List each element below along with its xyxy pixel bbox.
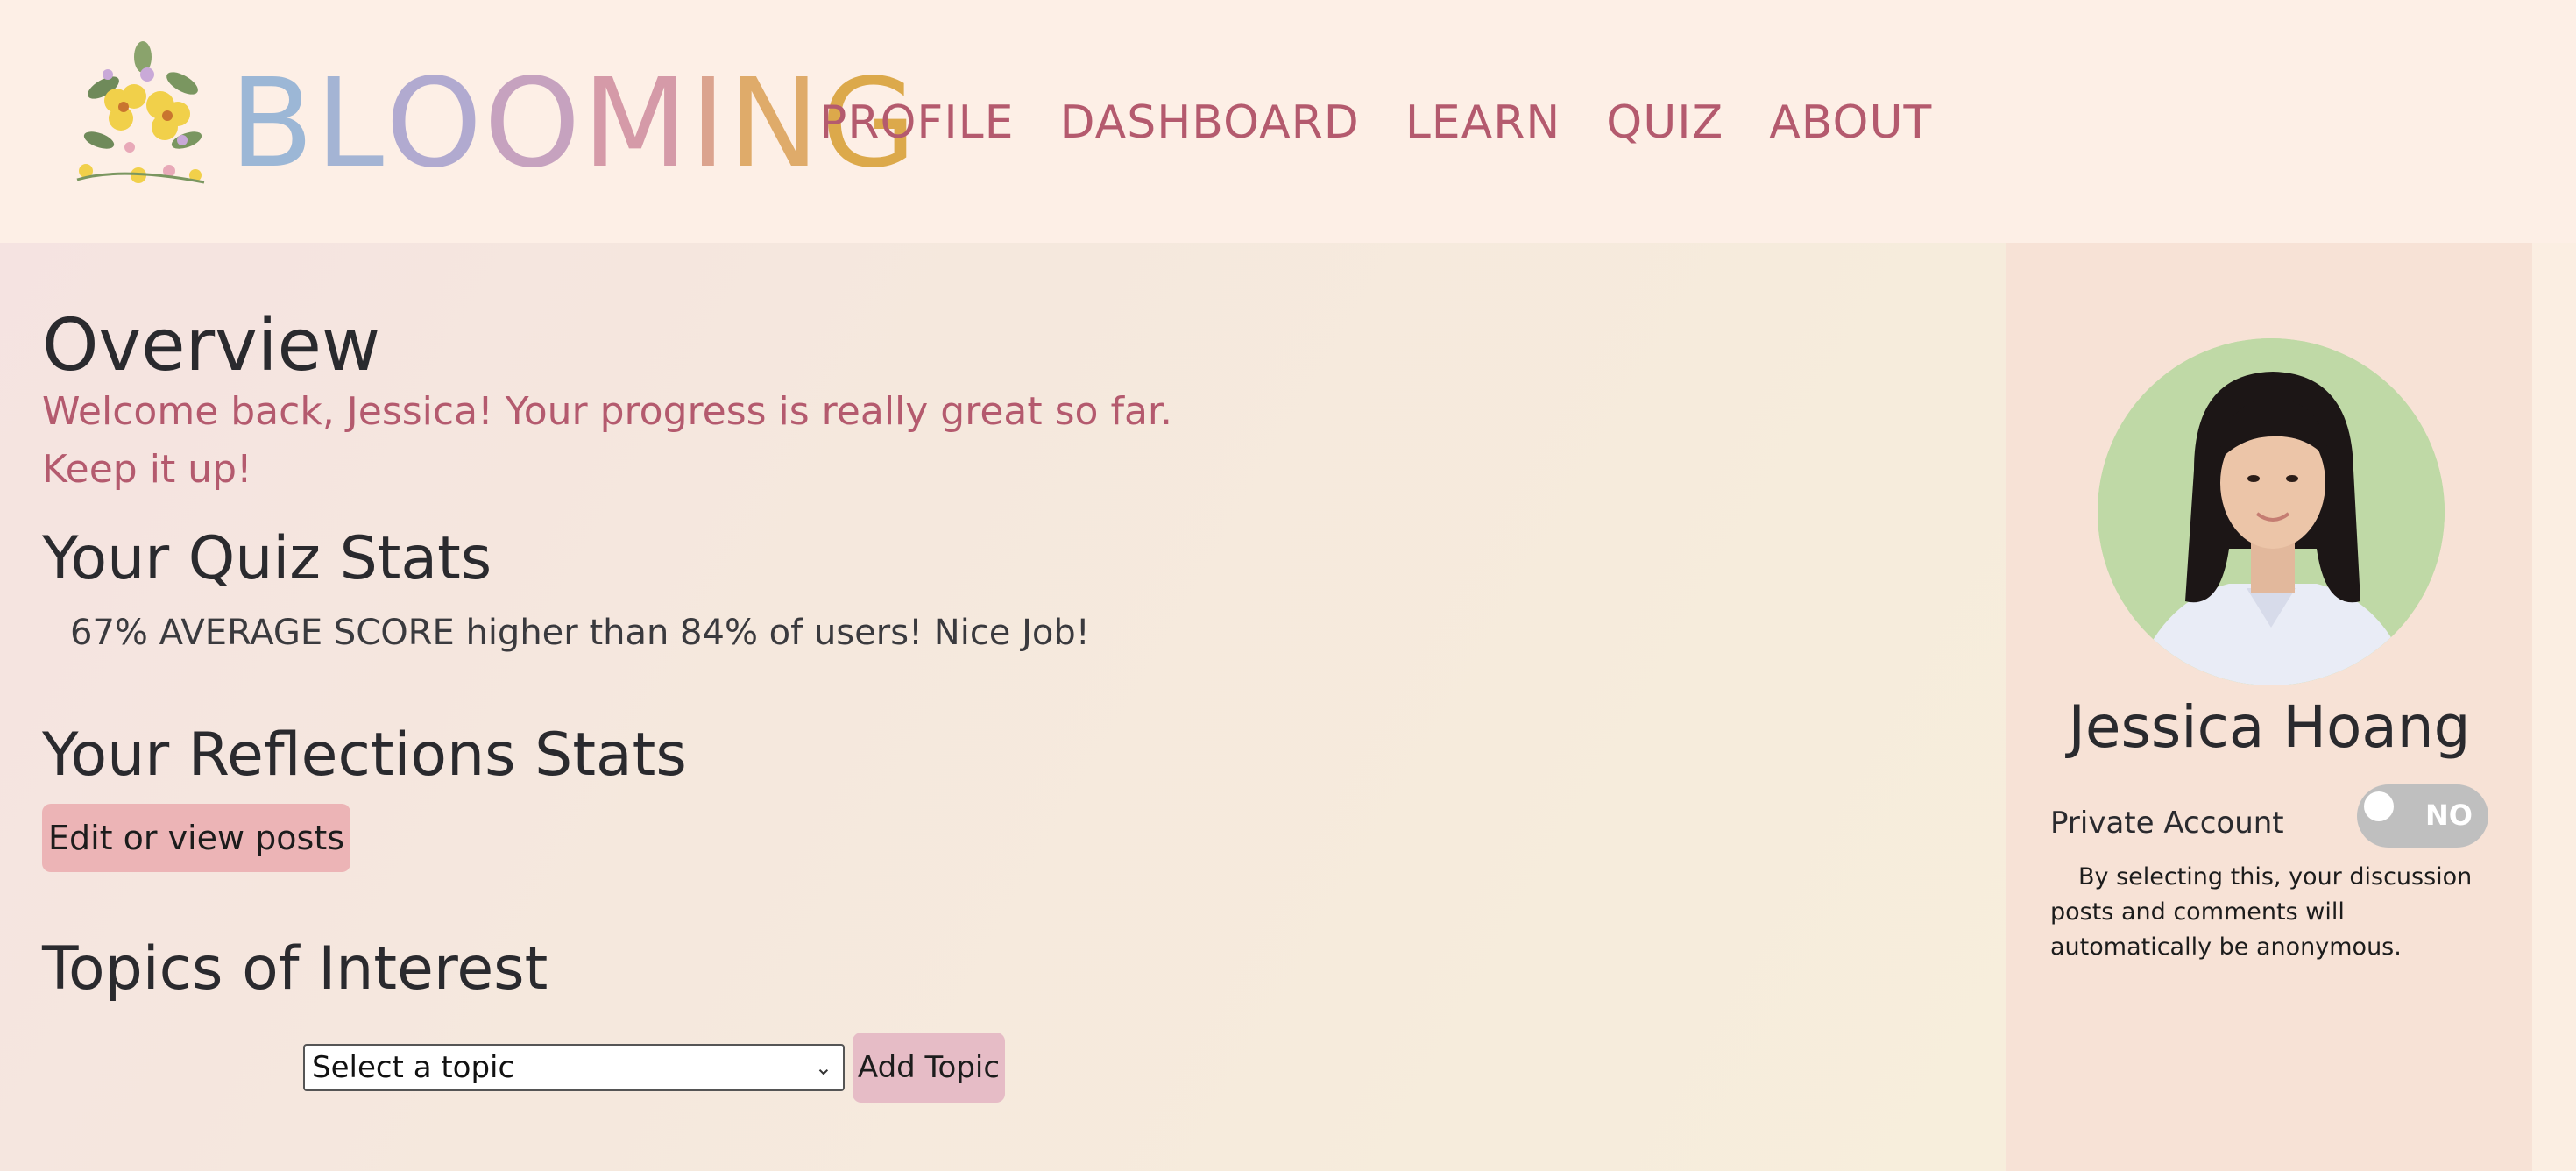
reflections-stats-heading: Your Reflections Stats (42, 720, 687, 790)
quiz-stats-heading: Your Quiz Stats (42, 524, 492, 593)
profile-sidebar: Jessica Hoang Private Account NO By sele… (2006, 243, 2532, 1171)
brand-wordmark[interactable]: BLOOMING (230, 54, 918, 195)
toggle-state-label: NO (2425, 798, 2473, 832)
toggle-knob (2364, 791, 2394, 821)
topic-select[interactable]: Select a topic ⌄ (303, 1044, 845, 1091)
page-edge (2532, 243, 2576, 1171)
nav-profile[interactable]: PROFILE (819, 88, 1015, 158)
brand-letter: M (582, 53, 690, 195)
chevron-down-icon: ⌄ (814, 1055, 832, 1080)
brand-letter: O (484, 53, 583, 195)
profile-name: Jessica Hoang (2068, 693, 2471, 761)
nav-about[interactable]: ABOUT (1769, 88, 1932, 158)
private-account-note: By selecting this, your discussion posts… (2050, 863, 2473, 961)
private-account-label: Private Account (2050, 806, 2284, 841)
page-title: Overview (42, 304, 381, 387)
nav-dashboard[interactable]: DASHBOARD (1060, 88, 1360, 158)
topic-select-value: Select a topic (312, 1050, 515, 1085)
brand-letter: I (690, 53, 728, 195)
brand-letter: O (386, 53, 485, 195)
quiz-stat-text: 67% AVERAGE SCORE higher than 84% of use… (70, 613, 1090, 653)
flower-logo-icon[interactable] (68, 35, 213, 193)
private-account-toggle[interactable]: NO (2357, 784, 2488, 848)
brand-letter: B (230, 53, 316, 195)
welcome-message: Welcome back, Jessica! Your progress is … (42, 389, 1172, 492)
avatar (2098, 338, 2445, 685)
add-topic-button[interactable]: Add Topic (853, 1033, 1005, 1103)
brand-letter: N (727, 53, 822, 195)
edit-posts-button[interactable]: Edit or view posts (42, 804, 350, 872)
main-nav: PROFILE DASHBOARD LEARN QUIZ ABOUT (819, 88, 1932, 158)
main-content: Overview Welcome back, Jessica! Your pro… (0, 243, 2006, 1171)
topics-heading: Topics of Interest (42, 934, 548, 1004)
brand-letter: L (315, 53, 386, 195)
nav-quiz[interactable]: QUIZ (1606, 88, 1723, 158)
nav-learn[interactable]: LEARN (1405, 88, 1560, 158)
header: BLOOMING PROFILE DASHBOARD LEARN QUIZ AB… (0, 0, 2576, 243)
